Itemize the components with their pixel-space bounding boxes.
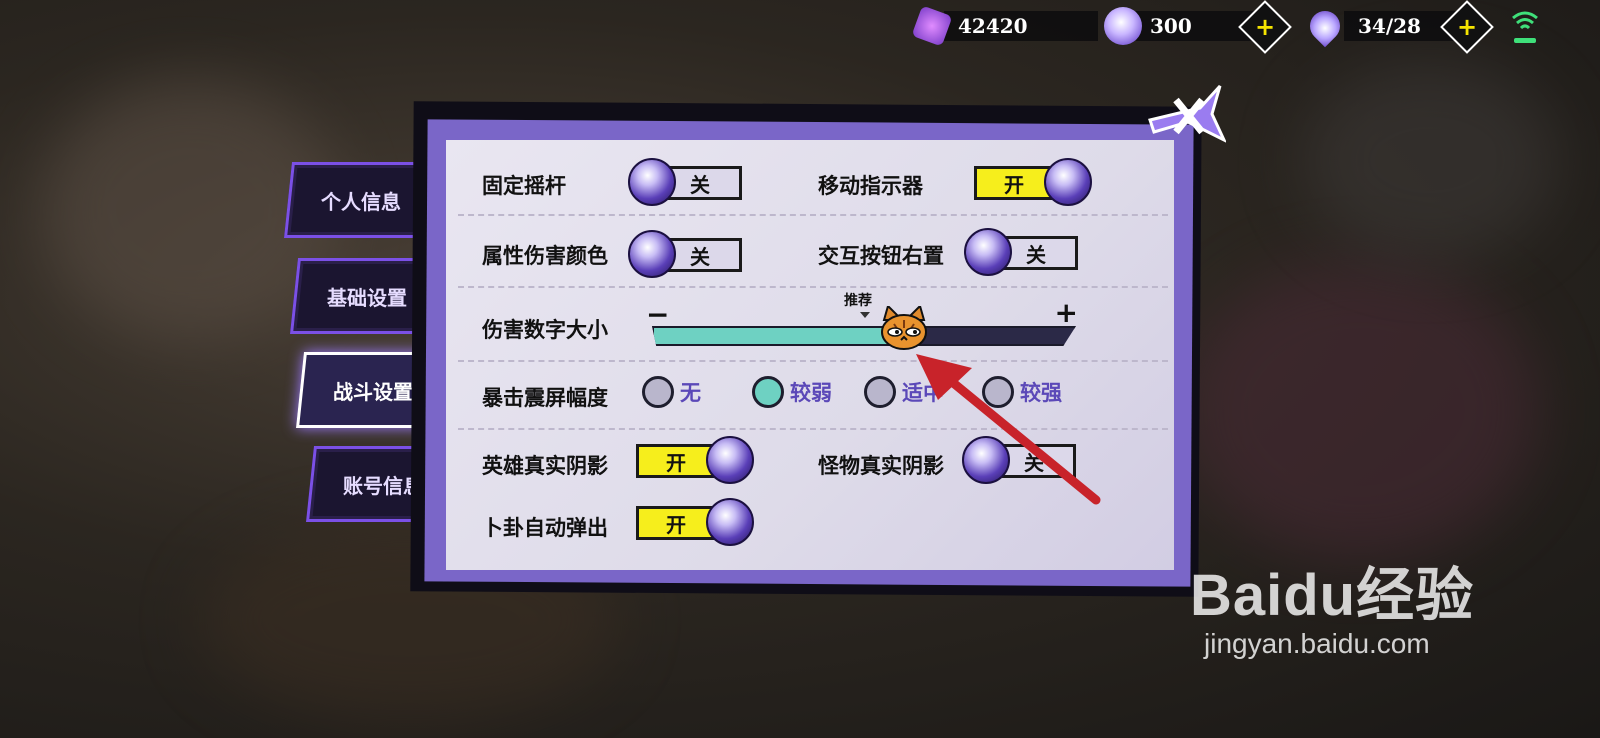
move-indicator-toggle[interactable]: 开 [974,158,1094,206]
divination-popup-toggle[interactable]: 开 [636,498,756,546]
radio-label: 较弱 [790,380,832,405]
crit-shake-option-none[interactable]: 无 [642,376,701,408]
hero-shadow-label: 英雄真实阴影 [482,453,608,478]
close-button[interactable] [1140,80,1228,150]
divination-popup-label: 卜卦自动弹出 [482,515,608,540]
row-divider [458,214,1168,216]
recommend-label: 推荐 [844,293,872,309]
annotation-arrow-icon [916,354,1101,505]
attr-damage-color-label: 属性伤害颜色 [482,243,608,268]
toggle-knob [964,228,1012,276]
attr-damage-color-toggle[interactable]: 关 [628,230,748,278]
interact-button-right-toggle[interactable]: 关 [964,228,1084,276]
orb-resource: 300 [1104,7,1260,45]
watermark-url: jingyan.baidu.com [1204,628,1430,659]
close-icon [1148,84,1228,144]
hero-shadow-toggle[interactable]: 开 [636,436,756,484]
row-divider [458,286,1168,288]
fixed-joystick-toggle[interactable]: 关 [628,158,748,206]
plus-icon: + [1440,0,1494,54]
radio-circle [752,376,784,408]
recommend-marker-icon [860,312,870,318]
toggle-state: 开 [636,444,716,478]
plus-icon[interactable]: + [1055,296,1078,329]
crystal-count: 42420 [944,11,1098,41]
damage-number-size-label: 伤害数字大小 [482,317,608,342]
interact-button-right-label: 交互按钮右置 [818,243,944,268]
radio-circle [642,376,674,408]
add-orb-button[interactable]: + [1238,0,1292,54]
fixed-joystick-label: 固定摇杆 [482,173,566,198]
stamina-resource: 34/28 [1303,4,1458,48]
droplet-icon [1303,4,1347,48]
toggle-state: 开 [636,506,716,540]
toggle-knob [1044,158,1092,206]
crit-shake-label: 暴击震屏幅度 [482,385,608,410]
move-indicator-label: 移动指示器 [818,173,923,198]
radio-label: 无 [680,380,701,405]
crystal-resource: 42420 [911,5,1098,47]
add-stamina-button[interactable]: + [1440,0,1494,54]
slider-fill [654,328,906,344]
toggle-knob [628,158,676,206]
tab-label: 基础设置 [327,285,407,310]
watermark-brand: Baidu经验 [1190,563,1475,628]
wifi-icon [1510,6,1540,46]
plus-icon: + [1238,0,1292,54]
toggle-state: 开 [974,166,1054,200]
toggle-knob [706,436,754,484]
crit-shake-option-weak[interactable]: 较弱 [752,376,832,408]
orb-icon [1104,7,1142,45]
radio-circle [864,376,896,408]
toggle-knob [628,230,676,278]
watermark: Baidu经验 jingyan.baidu.com [1190,548,1474,660]
toggle-knob [706,498,754,546]
tab-label: 个人信息 [321,189,401,214]
tab-label: 战斗设置 [333,379,413,404]
